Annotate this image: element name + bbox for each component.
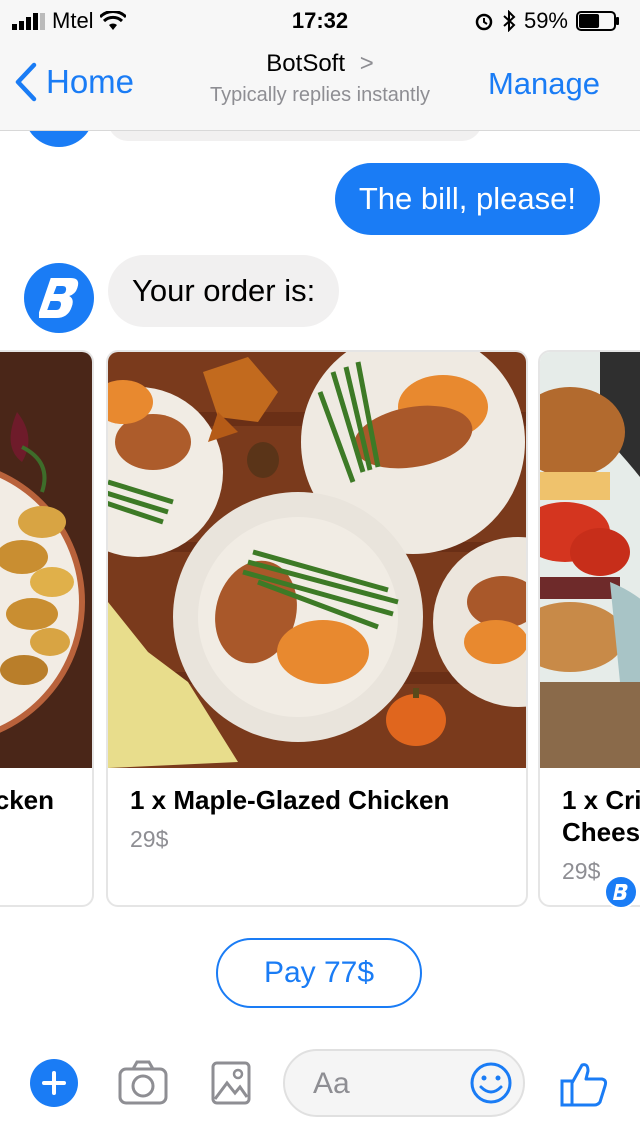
botsoft-logo-icon (39, 278, 79, 318)
bot-mini-avatar (604, 875, 638, 909)
pay-button[interactable]: Pay 77$ (216, 938, 422, 1008)
previous-message-bubble (108, 131, 482, 141)
order-item-card[interactable]: cken (0, 350, 94, 907)
status-bar: Mtel 17:32 59% (0, 0, 640, 40)
outgoing-message-bubble[interactable]: The bill, please! (334, 163, 600, 235)
camera-icon[interactable] (118, 1059, 168, 1107)
message-input[interactable] (311, 1065, 465, 1103)
bot-name-text: BotSoft (266, 50, 346, 77)
botsoft-logo-icon (613, 884, 628, 900)
outgoing-message-text: The bill, please! (358, 181, 576, 216)
incoming-message-text: Your order is: (132, 273, 316, 308)
alarm-icon (475, 13, 493, 31)
add-button[interactable] (30, 1059, 78, 1107)
order-item-image (0, 352, 92, 768)
thumbs-up-icon[interactable] (560, 1061, 608, 1107)
order-item-price: 29$ (562, 858, 601, 884)
image-gallery-icon[interactable] (207, 1059, 257, 1107)
bot-avatar[interactable] (24, 263, 94, 333)
order-item-title: cken (0, 785, 54, 815)
battery-icon (576, 11, 619, 31)
potatoes-dish-image (0, 352, 92, 768)
order-item-title: 1 x Maple-Glazed Chicken (130, 785, 450, 815)
order-item-title-line: Chees (562, 817, 640, 847)
burger-dish-image (540, 352, 640, 768)
previous-bot-avatar (24, 131, 94, 147)
emoji-icon[interactable] (469, 1061, 513, 1105)
order-item-card[interactable]: 1 x Cri Chees 29$ (538, 350, 640, 907)
bluetooth-icon (503, 10, 516, 32)
order-item-title-line: 1 x Cri (562, 785, 640, 815)
manage-button[interactable]: Manage (488, 66, 600, 102)
plus-icon (42, 1071, 66, 1095)
message-input-box[interactable] (283, 1049, 525, 1117)
order-item-image (540, 352, 640, 768)
order-item-image (108, 352, 526, 768)
chevron-right-icon: > (359, 50, 374, 77)
battery-percent: 59% (523, 8, 568, 33)
composer-bar (0, 1031, 640, 1136)
chat-area[interactable]: The bill, please! Your order is: cken 1 … (0, 131, 640, 1031)
nav-bar: Home BotSoft > Typically replies instant… (0, 40, 640, 131)
incoming-message-bubble[interactable]: Your order is: (108, 255, 340, 327)
order-item-title: 1 x Cri Chees (562, 784, 640, 848)
status-right: 59% (474, 8, 620, 34)
order-item-card[interactable]: 1 x Maple-Glazed Chicken 29$ (106, 350, 528, 907)
order-item-price: 29$ (130, 826, 169, 852)
maple-chicken-image (108, 352, 526, 768)
